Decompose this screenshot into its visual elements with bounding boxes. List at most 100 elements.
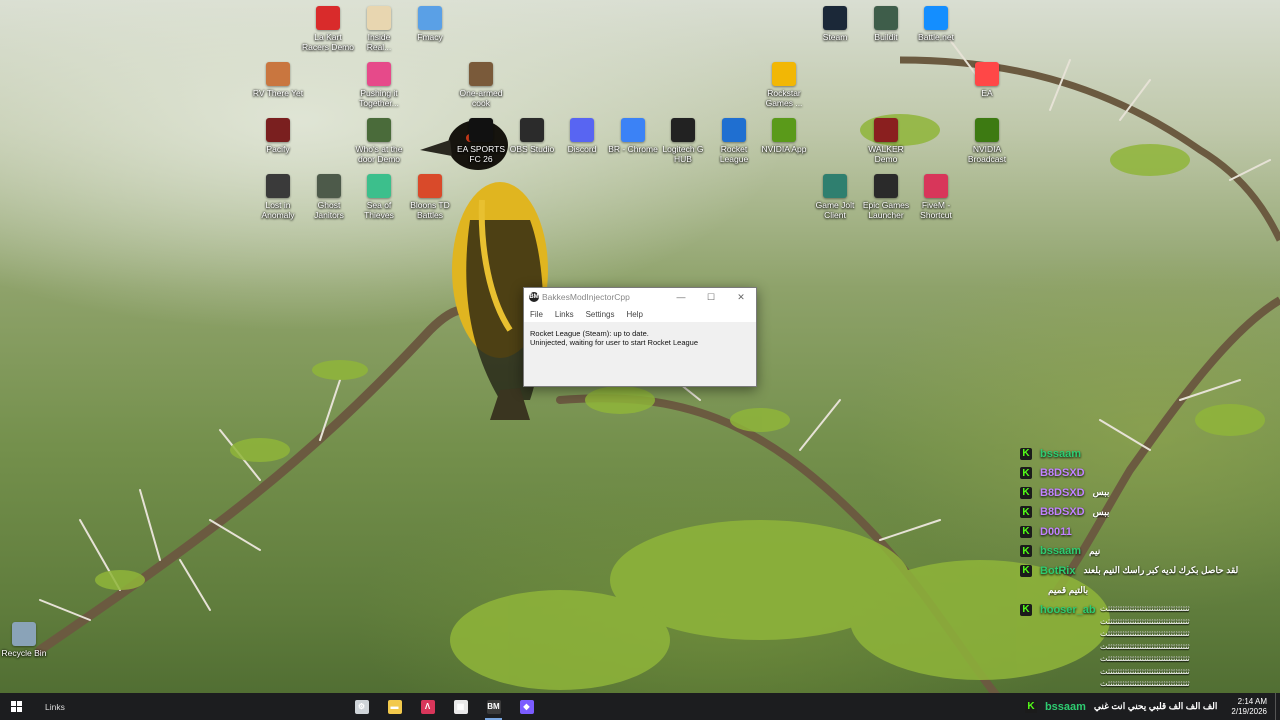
steam-icon (823, 6, 847, 30)
taskbar-app-button[interactable]: ▦ (444, 693, 477, 720)
minimize-button[interactable]: — (666, 288, 696, 306)
chat-spam-block: ثثثثثثثثثثثثثثثثثثثثثثثثثثثثثثثثثثث ثثثثث… (1100, 603, 1275, 691)
desktop-shortcut[interactable]: Rockstar Games ... (752, 62, 816, 108)
desktop-shortcut-label: Fmacy (417, 32, 443, 42)
chat-username: hooser_ab (1040, 603, 1096, 616)
chat-username: bssaam (1040, 447, 1081, 460)
start-button[interactable] (0, 693, 32, 720)
window-menubar: File Links Settings Help (524, 306, 756, 322)
chat-spam-line: ثثثثثثثثثثثثثثثثثثثثثثثثثثثثثثثثثثث (1100, 654, 1191, 663)
desktop-shortcut[interactable]: WALKER Demo (854, 118, 918, 164)
menu-links[interactable]: Links (549, 310, 580, 319)
desktop-shortcut[interactable]: FiveM - Shortcut (904, 174, 968, 220)
desktop-shortcut[interactable]: EA (955, 62, 1019, 98)
purple-app-icon: ◆ (519, 699, 534, 714)
rocket-league-icon (722, 118, 746, 142)
taskbar: Links ⚙ ▬ Λ ▦ BM ◆ K bssaam الف الف الف قلبي … (0, 693, 1280, 720)
desktop-shortcut[interactable]: Bloons TD Battles (398, 174, 462, 220)
desktop-shortcut-label: NVIDIA Broadcast (967, 144, 1007, 164)
kick-logo-icon: K (1020, 467, 1032, 480)
taskbar-chat-ticker: K bssaam الف الف الف قلبي يحني انت غني (1024, 700, 1217, 713)
chat-spam-line: ثثثثثثثثثثثثثثثثثثثثثثثثثثثثثثثثثثث (1100, 641, 1191, 651)
bakkesmod-injector-window[interactable]: BM BakkesModInjectorCpp — ☐ ✕ File Links… (523, 287, 757, 387)
anime-face-icon (367, 6, 391, 30)
desktop-shortcut[interactable]: Battle.net (904, 6, 968, 42)
kick-logo-icon: K (1020, 447, 1032, 460)
menu-help[interactable]: Help (620, 310, 648, 319)
taskbar-app-button[interactable]: BM (477, 693, 510, 720)
desktop-shortcut[interactable]: One-armed cook (449, 62, 513, 108)
menu-settings[interactable]: Settings (580, 310, 621, 319)
chat-message: K B8DSXD ببس (1020, 503, 1280, 523)
kick-logo-icon: K (1020, 486, 1032, 499)
status-line-injection: Uninjected, waiting for user to start Ro… (530, 338, 699, 347)
desktop-shortcut-label: Rockstar Games ... (765, 88, 803, 108)
pacify-icon (266, 118, 290, 142)
window-titlebar[interactable]: BM BakkesModInjectorCpp — ☐ ✕ (524, 288, 756, 306)
taskbar-clock[interactable]: 2:14 AM 2/19/2026 (1231, 697, 1267, 717)
chat-message: Kbssaam نيم (1020, 542, 1280, 562)
chat-spam-line: ثثثثثثثثثثثثثثثثثثثثثثثثثثثثثثثثثثث (1100, 604, 1191, 613)
chat-message: K B8DSXD (1020, 464, 1280, 484)
taskbar-app-button[interactable]: ◆ (510, 693, 543, 720)
battlenet-icon (924, 6, 948, 30)
chat-username: B8DSXD (1040, 486, 1085, 499)
desktop-shortcut[interactable]: NVIDIA Broadcast (955, 118, 1019, 164)
desktop-shortcut-label: Battle.net (918, 32, 954, 42)
fivem-icon (924, 174, 948, 198)
fivem-icon: Λ (420, 699, 435, 714)
desktop-shortcut[interactable]: RV There Yet (246, 62, 310, 98)
chat-username: BotRix (1040, 564, 1076, 577)
balloon-icon (418, 174, 442, 198)
desktop-shortcut[interactable]: Pacify (246, 118, 310, 154)
windows-logo-icon (10, 701, 22, 712)
taskbar-app-button[interactable]: ▬ (378, 693, 411, 720)
chat-text: لقد حاصل بكرك لديه كبر راسك النيم بلعند (1083, 565, 1239, 576)
desktop-shortcut[interactable]: Recycle Bin (0, 622, 56, 658)
taskbar-links-toolbar[interactable]: Links (45, 702, 65, 712)
anomaly-icon (266, 174, 290, 198)
desktop-shortcut-label: NVIDIA App (761, 144, 807, 154)
chef-icon (469, 62, 493, 86)
desktop-shortcut-label: WALKER Demo (868, 144, 904, 164)
taskbar-app-button[interactable]: ⚙ (345, 693, 378, 720)
skull-icon (367, 174, 391, 198)
chat-username: bssaam (1040, 545, 1081, 558)
kick-logo-icon: K (1020, 525, 1032, 538)
ticker-user: bssaam (1044, 700, 1086, 713)
gamejolt-icon (823, 174, 847, 198)
desktop-shortcut-label: Pacify (266, 144, 290, 154)
close-icon: ✕ (737, 291, 745, 302)
show-desktop-button[interactable] (1275, 693, 1280, 720)
desktop-shortcut[interactable]: Who's at the door Demo (347, 118, 411, 164)
menu-file[interactable]: File (524, 310, 549, 319)
taskbar-app-button[interactable]: Λ (411, 693, 444, 720)
epic-icon (874, 174, 898, 198)
rockstar-icon (772, 62, 796, 86)
maximize-button[interactable]: ☐ (696, 288, 726, 306)
chat-text: ببس (1092, 487, 1110, 498)
store-icon: ▦ (453, 699, 468, 714)
chat-message: K D0011 (1020, 522, 1280, 542)
clock-time: 2:14 AM (1237, 696, 1267, 706)
chat-text: ببس (1092, 506, 1110, 517)
desktop-shortcut-label: Recycle Bin (1, 648, 47, 658)
red-cap-icon (316, 6, 340, 30)
chat-message: Kبالتيم قميم (1020, 581, 1280, 601)
walker-icon (874, 118, 898, 142)
chat-username: D0011 (1040, 525, 1072, 538)
desktop-shortcut[interactable]: Fmacy (398, 6, 462, 42)
desktop-shortcut[interactable]: Pushing it Together... (347, 62, 411, 108)
desktop-shortcut[interactable]: NVIDIA App (752, 118, 816, 154)
nvidia-icon (772, 118, 796, 142)
kick-logo-icon: K (1024, 700, 1037, 713)
desktop-shortcut-label: One-armed cook (459, 88, 503, 108)
rv-icon (266, 62, 290, 86)
kick-logo-icon: K (1020, 506, 1032, 519)
desktop-shortcut-label: Who's at the door Demo (355, 144, 403, 164)
bakkesmod-app-icon: BM (529, 292, 539, 302)
window-status-area: Rocket League (Steam): up to date. Uninj… (524, 322, 756, 354)
close-button[interactable]: ✕ (726, 288, 756, 306)
chat-message: K B8DSXD ببس (1020, 483, 1280, 503)
chat-spam-line: ثثثثثثثثثثثثثثثثثثثثثثثثثثثثثثثثثثث (1100, 616, 1191, 626)
